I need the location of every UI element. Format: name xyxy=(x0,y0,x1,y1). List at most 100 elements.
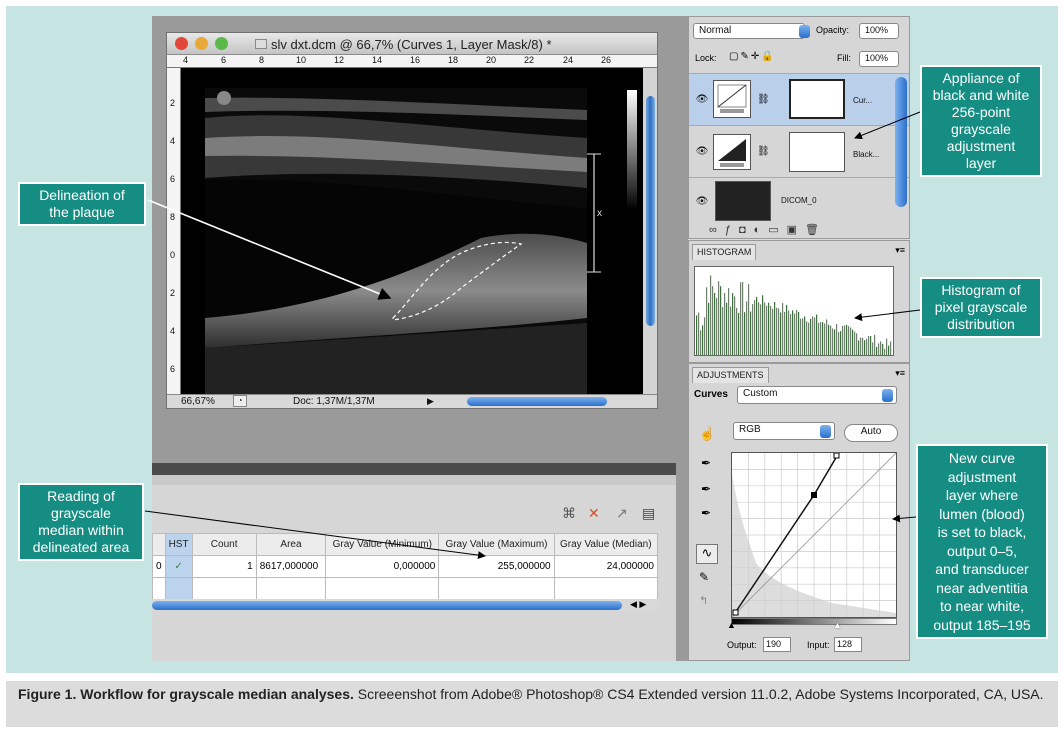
table-header[interactable]: HST xyxy=(164,533,193,556)
histogram-bar xyxy=(822,322,824,355)
histogram-bar xyxy=(724,292,726,355)
hst-checkmark-icon[interactable]: ✓ xyxy=(164,555,193,578)
layer-name[interactable]: Black... xyxy=(853,150,879,159)
status-arrow-icon[interactable]: ▶ xyxy=(427,396,434,407)
lock-options-icon[interactable]: ▢✎✛🔒 xyxy=(729,51,776,62)
curves-adjustment-icon xyxy=(713,80,751,118)
trash-icon[interactable]: ▤ xyxy=(642,505,655,522)
auto-button[interactable]: Auto xyxy=(844,424,898,442)
histogram-bar xyxy=(880,341,882,355)
horizontal-scroll-thumb[interactable] xyxy=(467,397,607,406)
delete-measurement-icon[interactable]: ✕ xyxy=(588,505,600,522)
curves-graph[interactable] xyxy=(731,452,897,618)
table-header[interactable]: Area xyxy=(255,533,327,556)
histogram-bar xyxy=(850,327,852,355)
callout-line: layer where xyxy=(945,487,1019,503)
layer-row-black-white[interactable]: 👁 ⛓ Black... xyxy=(689,125,909,177)
table-header[interactable]: Gray Value (Minimum) xyxy=(325,533,440,556)
preset-stepper-icon[interactable] xyxy=(882,389,893,402)
close-window-button[interactable] xyxy=(175,37,188,50)
callout-line: Appliance of xyxy=(942,70,1020,86)
visibility-eye-icon[interactable]: 👁 xyxy=(695,94,709,106)
table-header[interactable]: Gray Value (Median) xyxy=(553,533,659,556)
histogram-bar xyxy=(806,321,808,355)
pencil-tool-icon[interactable]: ✎ xyxy=(699,570,709,584)
callout-line: Histogram of xyxy=(941,282,1021,298)
callout-histogram: Histogram of pixel grayscale distributio… xyxy=(920,277,1042,338)
panel-collapse-bar[interactable] xyxy=(152,463,676,475)
callout-line: is set to black, xyxy=(937,524,1027,540)
layers-scroll-thumb[interactable] xyxy=(895,77,907,207)
minimize-window-button[interactable] xyxy=(195,37,208,50)
ultrasound-image-canvas[interactable]: x xyxy=(181,68,643,394)
histogram-bar xyxy=(700,330,702,355)
layer-actions-icons[interactable]: ∞ƒ◘◐▭▣🗑 xyxy=(709,223,827,236)
status-menu-icon[interactable]: ◔ xyxy=(233,395,247,407)
histogram-bar xyxy=(746,301,748,355)
status-bar: 66,67% ◔ Doc: 1,37M/1,37M ▶ xyxy=(167,394,657,408)
visibility-eye-icon[interactable]: 👁 xyxy=(695,146,709,158)
table-header[interactable]: Count xyxy=(191,533,257,556)
zoom-window-button[interactable] xyxy=(215,37,228,50)
curve-point-tool-icon[interactable]: ∿ xyxy=(696,544,718,564)
count-cell: 1 xyxy=(191,555,257,578)
scroll-thumb[interactable] xyxy=(646,96,655,326)
layer-mask-thumbnail[interactable] xyxy=(789,132,845,172)
preset-select[interactable]: Custom xyxy=(737,386,897,404)
layer-name[interactable]: Cur... xyxy=(853,96,872,105)
scroll-thumb[interactable] xyxy=(152,601,622,610)
histogram-bar xyxy=(718,281,720,355)
white-point-eyedropper-icon[interactable]: ✒ xyxy=(701,506,711,520)
layer-name[interactable]: DICOM_0 xyxy=(781,196,817,205)
histogram-bar xyxy=(728,288,730,355)
ruler-label: 12 xyxy=(334,55,345,65)
table-header[interactable]: Gray Value (Maximum) xyxy=(438,533,555,556)
output-input[interactable]: 190 xyxy=(763,637,791,652)
panel-menu-icon[interactable]: ▾≡ xyxy=(895,368,905,379)
output-label: Output: xyxy=(727,640,757,650)
gray-point-eyedropper-icon[interactable]: ✒ xyxy=(701,482,711,496)
tab-histogram[interactable]: HISTOGRAM xyxy=(692,244,757,260)
zoom-level[interactable]: 66,67% xyxy=(181,396,215,407)
histogram-bar xyxy=(810,318,812,355)
input-input[interactable]: 128 xyxy=(834,637,862,652)
layer-mask-thumbnail[interactable] xyxy=(789,79,845,119)
link-chain-icon[interactable]: ⛓ xyxy=(757,94,770,105)
blend-mode-stepper-icon[interactable] xyxy=(799,25,810,38)
black-slider-icon[interactable]: ▲ xyxy=(727,620,736,630)
targeted-adjustment-icon[interactable]: ☝ xyxy=(699,426,715,442)
scroll-arrows-icon[interactable]: ◀ ▶ xyxy=(630,599,646,610)
input-gradient-bar xyxy=(731,618,897,625)
smooth-curve-icon[interactable]: ↰ xyxy=(699,594,708,607)
histogram-bar xyxy=(742,281,744,355)
histogram-bar xyxy=(796,309,798,355)
blend-mode-select[interactable]: Normal xyxy=(693,23,805,39)
histogram-bar xyxy=(890,341,892,355)
histogram-bar xyxy=(862,337,864,355)
fill-input[interactable]: 100% xyxy=(859,51,899,67)
histogram-bar xyxy=(882,343,884,355)
visibility-eye-icon[interactable]: 👁 xyxy=(695,196,709,208)
select-all-icon[interactable]: ⌘ xyxy=(562,505,576,522)
channel-stepper-icon[interactable] xyxy=(820,425,831,438)
black-point-eyedropper-icon[interactable]: ✒ xyxy=(701,456,711,470)
horizontal-scrollbar[interactable]: ◀ ▶ xyxy=(152,599,658,611)
callout-line: distribution xyxy=(947,316,1015,332)
layer-row-curves[interactable]: 👁 ⛓ Cur... xyxy=(689,73,909,125)
tab-adjustments[interactable]: ADJUSTMENTS xyxy=(692,367,769,383)
histogram-bar xyxy=(770,305,772,355)
area-cell: 8617,000000 xyxy=(255,555,327,578)
histogram-bar xyxy=(804,316,806,355)
panel-menu-icon[interactable]: ▾≡ xyxy=(895,245,905,256)
link-chain-icon[interactable]: ⛓ xyxy=(757,146,770,157)
layer-row-dicom[interactable]: 👁 DICOM_0 xyxy=(689,177,909,223)
export-icon[interactable]: ↗ xyxy=(616,505,628,522)
white-slider-icon[interactable]: ▲ xyxy=(833,620,842,630)
opacity-input[interactable]: 100% xyxy=(859,23,899,39)
vertical-scrollbar[interactable] xyxy=(643,68,657,394)
histogram-bar xyxy=(886,338,888,355)
callout-line: median within xyxy=(38,522,124,538)
ruler-label: 6 xyxy=(170,174,176,184)
histogram-bar xyxy=(784,311,786,355)
table-row[interactable]: 0 ✓ 1 8617,000000 0,000000 255,000000 24… xyxy=(152,555,659,578)
